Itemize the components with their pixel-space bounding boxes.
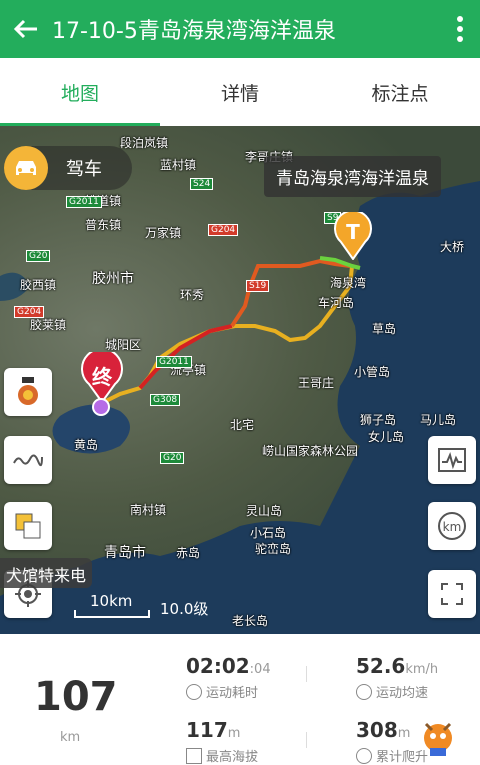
chart-button[interactable] <box>428 436 476 484</box>
map-label: 老长岛 <box>232 614 269 628</box>
map-label: 北宅 <box>230 418 255 432</box>
more-vert-icon[interactable] <box>440 0 480 58</box>
speedometer-icon <box>356 683 372 700</box>
medal-button[interactable] <box>4 368 52 416</box>
map-label: 小石岛 <box>250 526 287 540</box>
duration-value: 02:02:04 <box>186 654 271 678</box>
map-label: 环秀 <box>180 288 205 302</box>
speed-label: 运动均速 <box>356 682 428 701</box>
duration-label: 运动耗时 <box>186 682 258 701</box>
app-bar: 17-10-5青岛海泉湾海洋温泉 <box>0 0 480 58</box>
map-label: 狮子岛 <box>360 413 397 427</box>
map-label: 女儿岛 <box>368 430 405 444</box>
clock-icon <box>186 683 202 700</box>
map-label: 普东镇 <box>85 218 122 232</box>
climb-value: 308m <box>356 718 411 742</box>
end-marker-label: 终 <box>92 365 112 389</box>
map-label: 海泉湾 <box>330 276 367 290</box>
map-view[interactable]: 段泊岚镇 蓝村镇 李哥庄镇 铁道镇 普东镇 万家镇 胶西镇 胶州市 环秀 胶莱镇… <box>0 126 480 634</box>
altitude-value: 117m <box>186 718 241 742</box>
start-marker[interactable]: T <box>333 209 373 261</box>
map-label: 大桥 <box>440 240 465 254</box>
road-shield: G20 <box>26 250 51 262</box>
map-label: 灵山岛 <box>246 504 283 518</box>
map-label: 王哥庄 <box>298 376 335 390</box>
map-label: 胶西镇 <box>20 278 57 292</box>
map-label: 驼峦岛 <box>255 542 292 556</box>
map-label: 南村镇 <box>130 503 167 517</box>
map-label: 蓝村镇 <box>160 158 197 172</box>
car-icon <box>4 146 48 190</box>
km-button[interactable]: km <box>428 502 476 550</box>
layers-button[interactable] <box>4 502 52 550</box>
speed-value: 52.6km/h <box>356 654 439 678</box>
road-shield: S19 <box>246 280 270 292</box>
map-label: 崂山国家森林公园 <box>262 444 359 458</box>
road-shield: G2011 <box>156 356 192 368</box>
end-marker[interactable]: 终 <box>80 347 124 404</box>
drive-mode-badge[interactable]: 驾车 <box>4 146 132 190</box>
mascot-icon[interactable] <box>418 714 458 758</box>
tab-details[interactable]: 详情 <box>160 58 320 126</box>
road-shield: G20 <box>160 452 185 464</box>
drive-mode-label: 驾车 <box>66 159 102 180</box>
road-shield: G2011 <box>66 196 102 208</box>
divider <box>306 732 307 748</box>
page-title: 17-10-5青岛海泉湾海洋温泉 <box>52 19 336 44</box>
start-marker-label: T <box>346 220 360 244</box>
map-label: 胶莱镇 <box>30 318 67 332</box>
tab-map[interactable]: 地图 <box>0 58 160 126</box>
map-label: 万家镇 <box>145 226 182 240</box>
svg-text:km: km <box>443 520 462 534</box>
elevation-button[interactable] <box>4 436 52 484</box>
map-label: 段泊岚镇 <box>120 136 169 150</box>
road-shield: S24 <box>190 178 214 190</box>
road-shield: G204 <box>14 306 45 318</box>
climb-icon <box>356 747 372 764</box>
fullscreen-button[interactable] <box>428 570 476 618</box>
map-label: 青岛市 <box>104 545 146 561</box>
back-arrow-icon[interactable] <box>0 0 52 58</box>
stats-panel: 107 km 02:02:04 运动耗时 52.6km/h 运动均速 117m … <box>0 634 480 765</box>
map-label: 赤岛 <box>176 546 201 560</box>
map-label: 黄岛 <box>74 438 99 452</box>
distance-value: 107 <box>34 674 118 720</box>
map-label: 城阳区 <box>105 338 142 352</box>
toast-message: 犬馆特来电 <box>0 558 93 588</box>
altitude-label: 最高海拔 <box>186 746 258 765</box>
tab-bar: 地图 详情 标注点 <box>0 58 480 126</box>
map-label: 小管岛 <box>354 365 391 379</box>
end-point-dot <box>92 398 110 416</box>
divider <box>306 666 307 682</box>
distance-unit: km <box>60 730 81 745</box>
mountain-icon <box>186 747 202 764</box>
scale-bar <box>74 610 150 618</box>
road-shield: G308 <box>150 394 181 406</box>
tab-markers[interactable]: 标注点 <box>320 58 480 126</box>
map-label: 马儿岛 <box>420 413 457 427</box>
scale-label: 10km <box>90 592 133 610</box>
road-shield: G204 <box>208 224 239 236</box>
map-label: 胶州市 <box>92 271 134 287</box>
zoom-level: 10.0级 <box>160 600 209 618</box>
destination-callout[interactable]: 青岛海泉湾海洋温泉 <box>264 156 441 197</box>
map-label: 车河岛 <box>318 296 355 310</box>
map-label: 草岛 <box>372 322 397 336</box>
